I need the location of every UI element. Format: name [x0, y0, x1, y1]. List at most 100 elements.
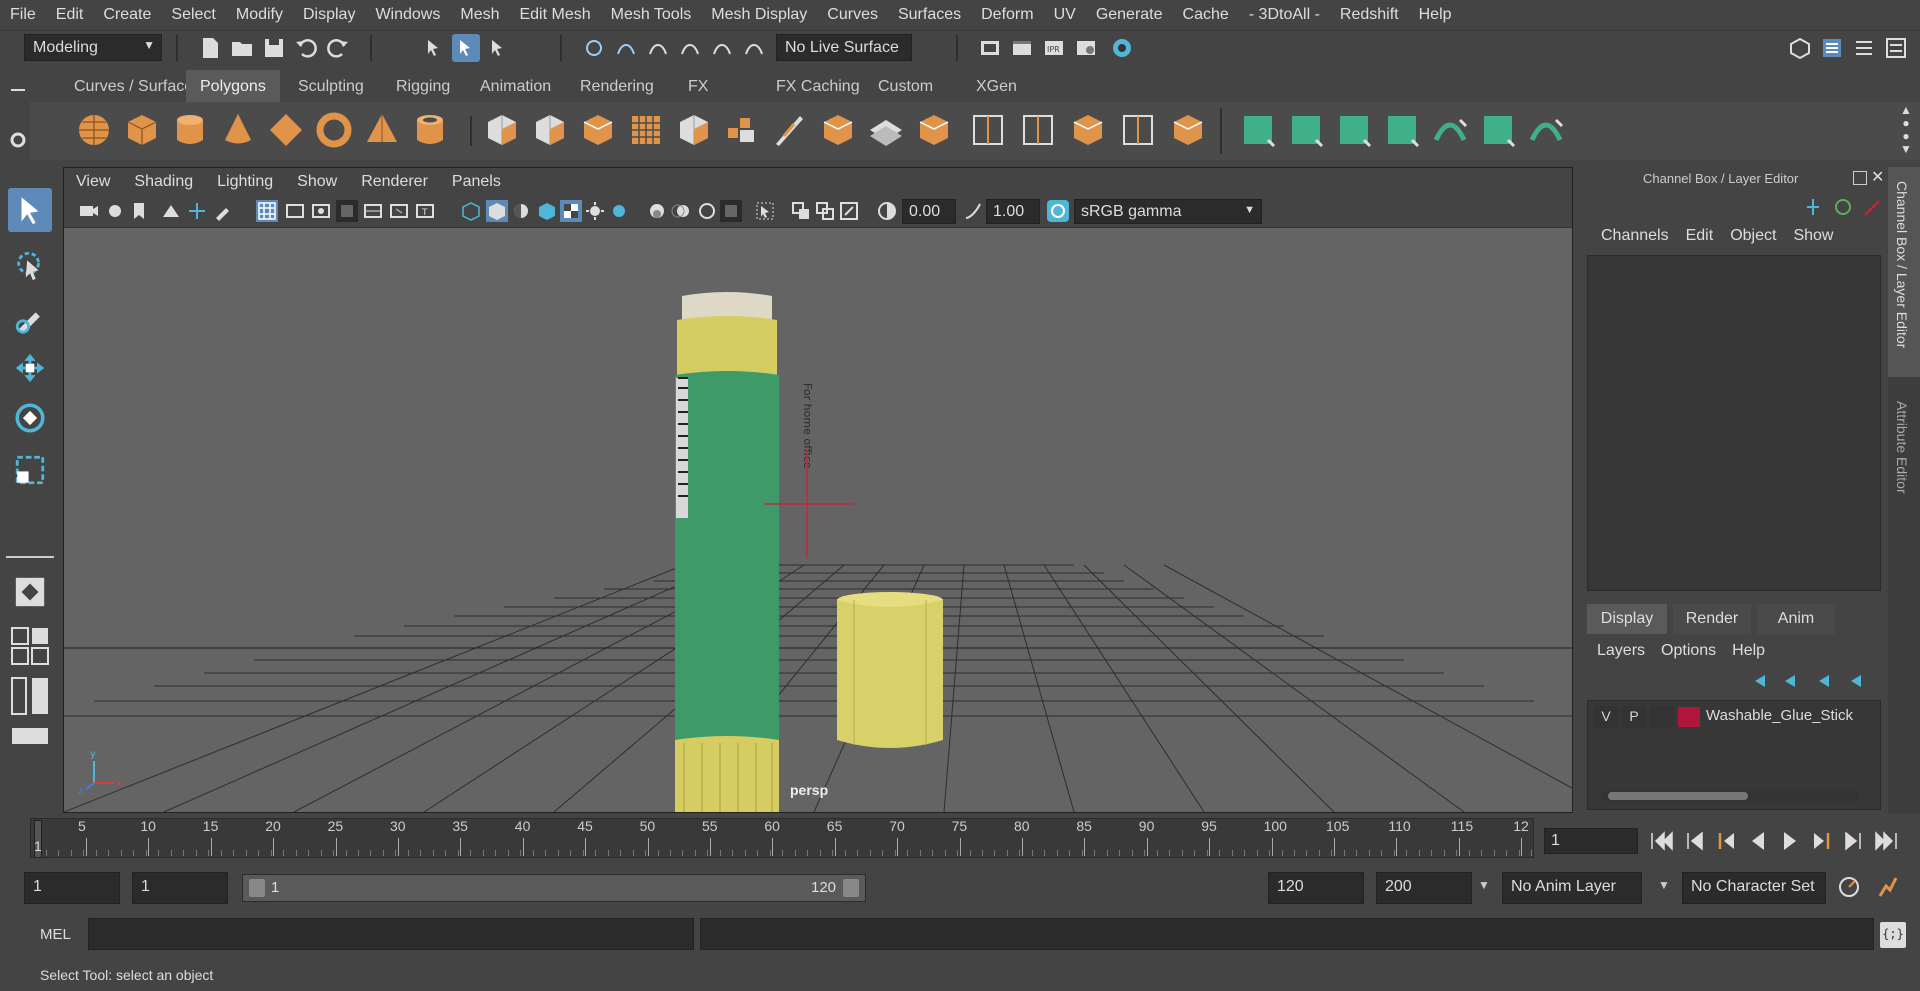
2d-pan-icon[interactable] [186, 200, 208, 222]
shelf-tab-rigging[interactable]: Rigging [382, 70, 464, 102]
current-frame-field[interactable]: 1 [1544, 828, 1638, 854]
menu-redshift[interactable]: Redshift [1330, 6, 1409, 24]
poly-sphere-icon[interactable] [72, 108, 116, 152]
channel-list[interactable] [1587, 255, 1881, 591]
layer-menu-layers[interactable]: Layers [1597, 642, 1661, 660]
render-settings-icon[interactable] [1072, 34, 1100, 62]
extract-icon[interactable] [576, 108, 620, 152]
perspective-view[interactable]: For home office y x z persp [64, 228, 1572, 812]
layer-tab-render[interactable]: Render [1673, 604, 1751, 634]
shelf-tab-xgen[interactable]: XGen [962, 70, 1031, 102]
chevron-down-icon[interactable]: ▼ [1478, 878, 1490, 892]
viewport-menu-show[interactable]: Show [285, 173, 349, 191]
channel-box-menu-channels[interactable]: Channels [1597, 227, 1682, 245]
go-to-start-icon[interactable] [1651, 831, 1673, 851]
shelf-tab-sculpting[interactable]: Sculpting [284, 70, 378, 102]
xray-joints-icon[interactable] [790, 200, 812, 222]
grid-toggle-icon[interactable] [256, 200, 278, 222]
smooth-icon[interactable] [624, 108, 668, 152]
channel-box-menu-show[interactable]: Show [1789, 227, 1846, 245]
menu-select[interactable]: Select [161, 6, 225, 24]
menu-uv[interactable]: UV [1044, 6, 1086, 24]
field-chart-icon[interactable] [362, 200, 384, 222]
menu-deform[interactable]: Deform [971, 6, 1043, 24]
layer-menu-help[interactable]: Help [1732, 642, 1781, 660]
menu-edit[interactable]: Edit [46, 6, 94, 24]
multi-cut-icon[interactable] [768, 108, 812, 152]
menu-mesh-tools[interactable]: Mesh Tools [601, 6, 702, 24]
mode-dropdown[interactable]: Modeling ▼ [24, 34, 162, 61]
resolution-gate-icon[interactable] [310, 200, 332, 222]
viewport-menu-shading[interactable]: Shading [122, 173, 205, 191]
uv-cylindrical-icon[interactable] [1284, 108, 1328, 152]
shelf-tab-polygons[interactable]: Polygons [186, 70, 280, 102]
menu-file[interactable]: File [0, 6, 46, 24]
gamma-field[interactable]: 1.00 [986, 199, 1040, 224]
rotate-tool-icon[interactable] [8, 396, 52, 440]
open-scene-icon[interactable] [228, 34, 256, 62]
step-forward-frame-icon[interactable] [1814, 833, 1830, 849]
viewport-menu-view[interactable]: View [64, 173, 122, 191]
command-language-label[interactable]: MEL [40, 926, 71, 943]
lights-icon[interactable] [584, 200, 606, 222]
motion-blur-icon[interactable] [670, 200, 692, 222]
exposure-icon[interactable] [876, 200, 898, 222]
camera-icon[interactable] [78, 200, 100, 222]
camera-attributes-icon[interactable] [104, 200, 126, 222]
character-set-dropdown[interactable]: No Character Set [1682, 872, 1826, 904]
menu-edit-mesh[interactable]: Edit Mesh [509, 6, 600, 24]
extrude-icon[interactable] [816, 108, 860, 152]
snap-grid-icon[interactable] [580, 34, 608, 62]
playback-end-field[interactable]: 120 [1268, 872, 1364, 904]
attribute-editor-toggle-icon[interactable] [1850, 34, 1878, 62]
layer-playback-toggle[interactable]: P [1622, 706, 1646, 728]
poly-cube-icon[interactable] [120, 108, 164, 152]
anim-layer-dropdown[interactable]: No Anim Layer [1502, 872, 1642, 904]
float-panel-icon[interactable] [1853, 171, 1867, 185]
horizontal-scrollbar[interactable] [1602, 791, 1858, 801]
shelf-tab-fx[interactable]: FX [674, 70, 722, 102]
viewport-menu-lighting[interactable]: Lighting [205, 173, 285, 191]
viewport-menu-panels[interactable]: Panels [440, 173, 513, 191]
range-slider[interactable]: 1 120 [242, 874, 866, 902]
ambient-occlusion-icon[interactable] [646, 200, 668, 222]
viewport-menu-renderer[interactable]: Renderer [349, 173, 440, 191]
bridge-icon[interactable] [720, 108, 764, 152]
paint-select-tool-icon[interactable] [8, 296, 52, 340]
safe-action-icon[interactable] [388, 200, 410, 222]
step-back-key-icon[interactable] [1687, 831, 1703, 851]
separate-icon[interactable] [528, 108, 572, 152]
bookmark-icon[interactable] [128, 200, 150, 222]
modeling-toolkit-icon[interactable] [1786, 34, 1814, 62]
step-back-frame-icon[interactable] [1718, 833, 1734, 849]
shelf-tab-fx-caching[interactable]: FX Caching [762, 70, 874, 102]
uv-cut-sew-icon[interactable] [1524, 108, 1568, 152]
poly-cone-icon[interactable] [216, 108, 260, 152]
film-gate-icon[interactable] [284, 200, 306, 222]
range-start-handle[interactable] [249, 879, 265, 897]
shelf-settings-icon[interactable] [6, 128, 30, 152]
exposure-field[interactable]: 0.00 [902, 199, 956, 224]
play-backwards-icon[interactable] [1752, 832, 1764, 850]
layer-color-swatch[interactable] [1678, 707, 1700, 727]
target-weld-icon[interactable] [1166, 108, 1210, 152]
channel-box-menu-object[interactable]: Object [1726, 227, 1789, 245]
render-frame-icon[interactable] [1008, 34, 1036, 62]
bevel-icon[interactable] [672, 108, 716, 152]
lasso-tool-icon[interactable] [8, 244, 52, 288]
snap-surface-icon[interactable] [708, 34, 736, 62]
layer-visibility-toggle[interactable]: V [1594, 706, 1618, 728]
quad-draw-icon[interactable] [1116, 108, 1160, 152]
script-editor-icon[interactable]: {;} [1880, 922, 1906, 948]
layer-tab-display[interactable]: Display [1587, 604, 1667, 634]
select-component-icon[interactable] [484, 34, 512, 62]
append-icon[interactable] [864, 108, 908, 152]
scrollbar-thumb[interactable] [1608, 792, 1748, 800]
select-tool-icon[interactable] [8, 188, 52, 232]
new-scene-icon[interactable] [196, 34, 224, 62]
scene-start-field[interactable]: 1 [24, 872, 120, 904]
menu-surfaces[interactable]: Surfaces [888, 6, 971, 24]
grease-pencil-icon[interactable] [212, 200, 234, 222]
move-tool-icon[interactable] [8, 346, 52, 390]
hypershade-icon[interactable] [1108, 34, 1136, 62]
